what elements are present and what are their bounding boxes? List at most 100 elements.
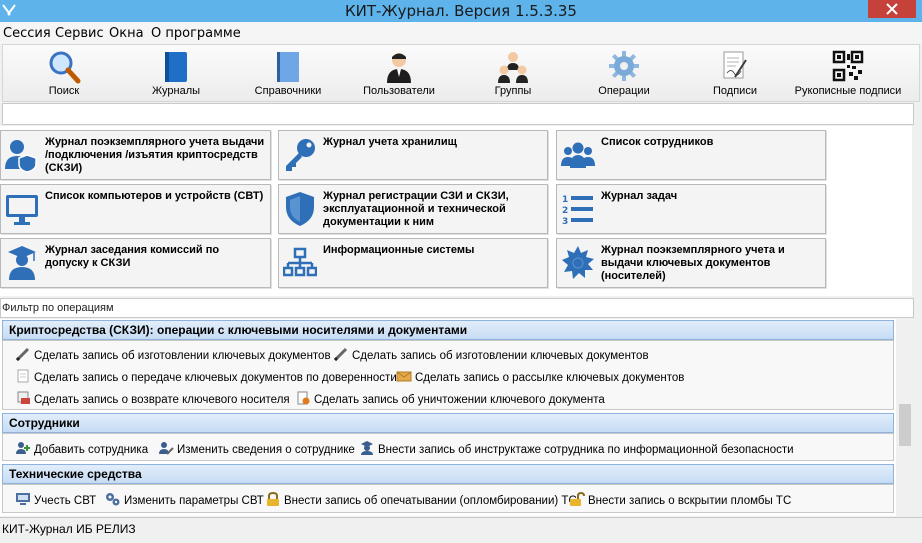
graduate-icon (8, 246, 36, 280)
group-header-skzi[interactable]: Криптосредства (СКЗИ): операции с ключев… (2, 320, 894, 340)
numbered-list-icon: 1 2 3 (562, 195, 593, 227)
journal-card-label: Журнал поэкземплярного учета выдачи /под… (45, 136, 265, 174)
op-return-key-carrier[interactable]: Сделать запись о возврате ключевого носи… (15, 391, 290, 406)
journals-panel: Журнал поэкземплярного учета выдачи /под… (0, 126, 914, 296)
journal-card-label: Список компьютеров и устройств (СВТ) (45, 190, 264, 202)
network-icon (283, 247, 317, 277)
op-register-svt[interactable]: Учесть СВТ (15, 492, 96, 507)
journal-card-employees[interactable]: Список сотрудников (556, 130, 826, 180)
svg-text:3: 3 (562, 217, 568, 227)
close-icon (886, 3, 898, 15)
journal-card-computers[interactable]: Список компьютеров и устройств (СВТ) (0, 184, 271, 234)
op-mailing-key-docs[interactable]: Сделать запись о рассылке ключевых докум… (396, 369, 684, 384)
operations-panel: Криптосредства (СКЗИ): операции с ключев… (0, 319, 896, 516)
journal-card-commission[interactable]: Журнал заседания комиссий по допуску к С… (0, 238, 271, 288)
op-security-briefing[interactable]: Внести запись об инструктаже сотрудника … (359, 441, 794, 456)
journal-card-key-documents[interactable]: Журнал поэкземплярного учета и выдачи кл… (556, 238, 826, 288)
gears-icon (106, 493, 120, 506)
op-label: Сделать запись о рассылке ключевых докум… (415, 372, 685, 384)
user-icon (387, 53, 411, 83)
toolbar-search-button[interactable]: Поиск (25, 45, 103, 103)
pen-icon (333, 347, 348, 361)
op-open-seal-ts[interactable]: Внести запись о вскрытии пломбы ТС (569, 492, 791, 507)
svg-text:2: 2 (562, 206, 568, 216)
op-label: Изменить параметры СВТ (124, 495, 264, 507)
key-icon (286, 139, 315, 171)
reference-book-icon (277, 52, 299, 82)
toolbar-signatures-button[interactable]: Подписи (697, 45, 773, 103)
journal-card-label: Журнал поэкземплярного учета и выдачи кл… (601, 244, 785, 282)
op-label: Сделать запись о возврате ключевого носи… (34, 394, 290, 406)
users-icon (561, 142, 595, 168)
toolbar-label: Операции (598, 85, 650, 97)
op-add-employee[interactable]: Добавить сотрудника (15, 441, 148, 456)
lock-icon (267, 492, 279, 506)
op-label: Сделать запись об изготовлении ключевых … (34, 350, 331, 362)
journal-card-label: Информационные системы (323, 244, 475, 256)
toolbar-label: Подписи (713, 85, 757, 97)
menu-session[interactable]: Сессия (3, 26, 51, 41)
unlock-icon (570, 492, 585, 506)
user-shield-icon (5, 140, 37, 173)
toolbar-handwritten-signatures-button[interactable]: Рукописные подписи (789, 45, 907, 103)
toolbar-users-button[interactable]: Пользователи (357, 45, 441, 103)
menu-bar: Сессия Сервис Окна О программе (0, 22, 922, 44)
svg-text:1: 1 (562, 195, 568, 205)
op-destroy-key-doc[interactable]: Сделать запись об уничтожении ключевого … (295, 391, 605, 406)
qr-code-icon (832, 50, 864, 82)
op-label: Сделать запись об изготовлении ключевых … (352, 350, 649, 362)
toolbar-label: Поиск (48, 85, 80, 97)
close-button[interactable] (868, 0, 916, 18)
menu-about[interactable]: О программе (151, 26, 241, 41)
operations-filter-input[interactable]: Фильтр по операциям (0, 298, 914, 318)
journal-card-label: Журнал задач (601, 190, 678, 202)
document-icon (17, 369, 29, 383)
operations-scrollbar-thumb[interactable] (899, 404, 911, 446)
op-label: Внести запись о вскрытии пломбы ТС (588, 495, 792, 507)
window-title: КИТ-Журнал. Версия 1.5.3.35 (345, 2, 577, 20)
group-icon (498, 52, 528, 83)
op-label: Изменить сведения о сотруднике (177, 444, 355, 456)
toolbar-label: Пользователи (363, 85, 435, 97)
toolbar-label: Журналы (151, 85, 201, 97)
toolbar-journals-button[interactable]: Журналы (137, 45, 215, 103)
return-icon (17, 391, 30, 404)
group-body-skzi: Сделать запись об изготовлении ключевых … (2, 340, 894, 410)
menu-windows[interactable]: Окна (109, 26, 144, 41)
monitor-icon (6, 195, 38, 225)
journal-card-storages[interactable]: Журнал учета хранилищ (278, 130, 548, 180)
menu-service[interactable]: Сервис (55, 26, 104, 41)
toolbar-groups-button[interactable]: Группы (475, 45, 551, 103)
group-header-employees[interactable]: Сотрудники (2, 413, 894, 433)
op-label: Внести запись об опечатывании (опломбиро… (284, 495, 577, 507)
journal-card-tasks[interactable]: 1 2 3 Журнал задач (556, 184, 826, 234)
toolbar-label: Группы (494, 85, 532, 97)
op-label: Учесть СВТ (34, 495, 97, 507)
journal-card-skzi-issuance[interactable]: Журнал поэкземплярного учета выдачи /под… (0, 130, 271, 180)
journal-card-szi-registration[interactable]: Журнал регистрации СЗИ и СКЗИ, эксплуата… (278, 184, 548, 234)
group-header-tech[interactable]: Технические средства (2, 464, 894, 484)
op-transfer-by-proxy[interactable]: Сделать запись о передаче ключевых докум… (15, 369, 397, 384)
gear-icon (609, 51, 639, 81)
op-make-key-docs-2[interactable]: Сделать запись об изготовлении ключевых … (333, 347, 649, 362)
computer-icon (16, 493, 30, 505)
op-label: Внести запись об инструктаже сотрудника … (378, 444, 794, 456)
edit-user-icon (159, 442, 174, 455)
toolbar-label: Справочники (254, 85, 322, 97)
toolbar-operations-button[interactable]: Операции (585, 45, 663, 103)
journal-card-label: Список сотрудников (601, 136, 714, 148)
group-body-employees: Добавить сотрудника Изменить сведения о … (2, 433, 894, 461)
toolbar-references-button[interactable]: Справочники (249, 45, 327, 103)
op-edit-employee[interactable]: Изменить сведения о сотруднике (158, 441, 355, 456)
destroy-document-icon (297, 391, 310, 405)
toolbar: Поиск Журналы Справочники Пользователи Г… (2, 44, 920, 102)
op-change-svt-params[interactable]: Изменить параметры СВТ (105, 492, 264, 507)
envelope-icon (396, 371, 412, 382)
op-label: Добавить сотрудника (34, 444, 149, 456)
window-right-edge (914, 102, 922, 517)
op-make-key-docs-1[interactable]: Сделать запись об изготовлении ключевых … (15, 347, 331, 362)
journal-card-info-systems[interactable]: Информационные системы (278, 238, 548, 288)
badge-gear-icon (562, 246, 594, 279)
address-bar (2, 103, 914, 125)
op-seal-ts[interactable]: Внести запись об опечатывании (опломбиро… (265, 492, 577, 507)
